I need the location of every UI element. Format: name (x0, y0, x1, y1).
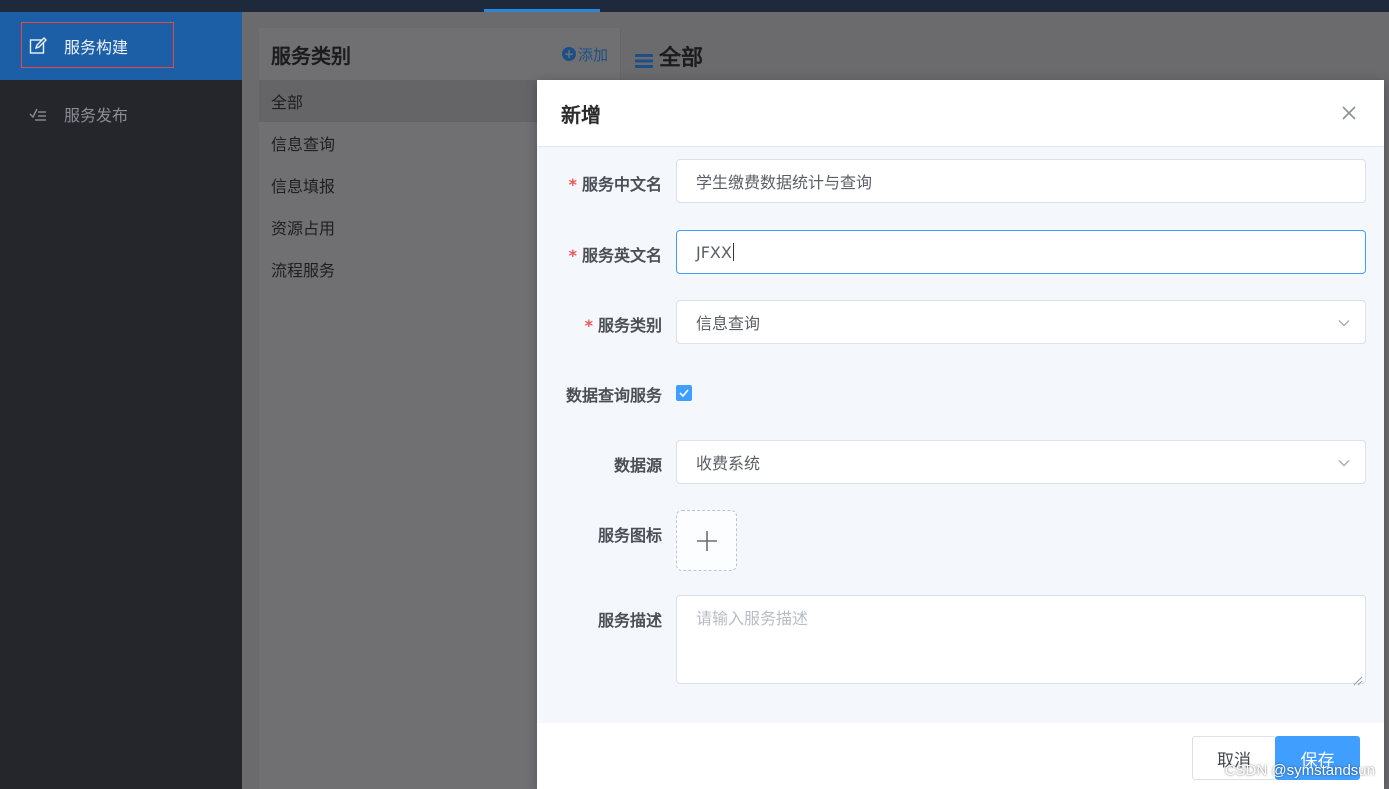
datasource-label: 数据源 (613, 456, 662, 475)
dialog-title: 新增 (561, 102, 601, 127)
add-category-button[interactable]: + 添加 (561, 44, 608, 65)
dialog-body: * 服务中文名 学生缴费数据统计与查询 * 服务英文名 JFXX * 服务类别 信息查… (537, 147, 1384, 723)
add-service-dialog: 新增 * 服务中文名 学生缴费数据统计与查询 * 服务英文名 JFXX * 服务类别 … (537, 80, 1384, 789)
required-mark: * (584, 316, 593, 335)
main-title: 全部 (659, 46, 704, 71)
category-value: 信息查询 (696, 314, 761, 333)
checklist-icon (28, 104, 48, 124)
category-panel-title: 服务类别 (271, 43, 351, 68)
dialog-footer: 取消 保存 (537, 723, 1384, 789)
cn-name-value: 学生缴费数据统计与查询 (696, 173, 873, 192)
data-query-label: 数据查询服务 (565, 386, 662, 405)
category-label-text: 服务类别 (597, 316, 662, 335)
icon-label: 服务图标 (597, 526, 662, 545)
description-label: 服务描述 (597, 611, 662, 630)
required-mark: * (568, 175, 577, 194)
add-category-label: 添加 (577, 45, 608, 64)
en-name-value: JFXX (696, 242, 732, 262)
icon-uploader[interactable] (676, 510, 737, 571)
text-cursor (732, 243, 734, 261)
datasource-select[interactable]: 收费系统 (676, 440, 1366, 484)
sidebar-item-service-build[interactable]: 服务构建 (0, 12, 242, 80)
edit-icon (28, 36, 48, 56)
required-mark: * (568, 246, 577, 265)
description-textarea[interactable]: 请输入服务描述 (676, 595, 1366, 686)
sidebar-item-label: 服务构建 (64, 38, 129, 57)
watermark: CSDN @symstandsun (1224, 762, 1375, 779)
sidebar-item-service-publish[interactable]: 服务发布 (0, 80, 242, 148)
cn-name-label: * 服务中文名 (569, 171, 662, 195)
cn-name-input[interactable]: 学生缴费数据统计与查询 (676, 159, 1366, 203)
en-name-label: * 服务英文名 (569, 242, 662, 266)
close-icon[interactable] (1340, 104, 1358, 122)
list-menu-icon (635, 49, 653, 68)
dialog-header: 新增 (537, 80, 1384, 147)
chevron-down-icon (1337, 455, 1351, 469)
category-label: * 服务类别 (585, 312, 662, 336)
description-placeholder: 请输入服务描述 (696, 609, 809, 628)
en-name-input[interactable]: JFXX (676, 230, 1366, 274)
top-bar (0, 0, 1389, 12)
cn-name-label-text: 服务中文名 (581, 175, 662, 194)
plus-circle-icon: + (561, 47, 576, 61)
datasource-value: 收费系统 (696, 454, 761, 473)
checkmark-icon (679, 389, 689, 398)
sidebar-item-label: 服务发布 (64, 106, 129, 125)
chevron-down-icon (1337, 315, 1351, 329)
category-panel-header: 服务类别 + 添加 (259, 28, 620, 80)
data-query-checkbox[interactable] (676, 385, 692, 401)
category-select[interactable]: 信息查询 (676, 300, 1366, 344)
sidebar: 服务构建 服务发布 (0, 12, 242, 789)
main-header: 全部 (635, 40, 703, 72)
en-name-label-text: 服务英文名 (581, 246, 662, 265)
plus-icon (696, 530, 717, 551)
resize-handle-icon[interactable] (1353, 671, 1363, 686)
